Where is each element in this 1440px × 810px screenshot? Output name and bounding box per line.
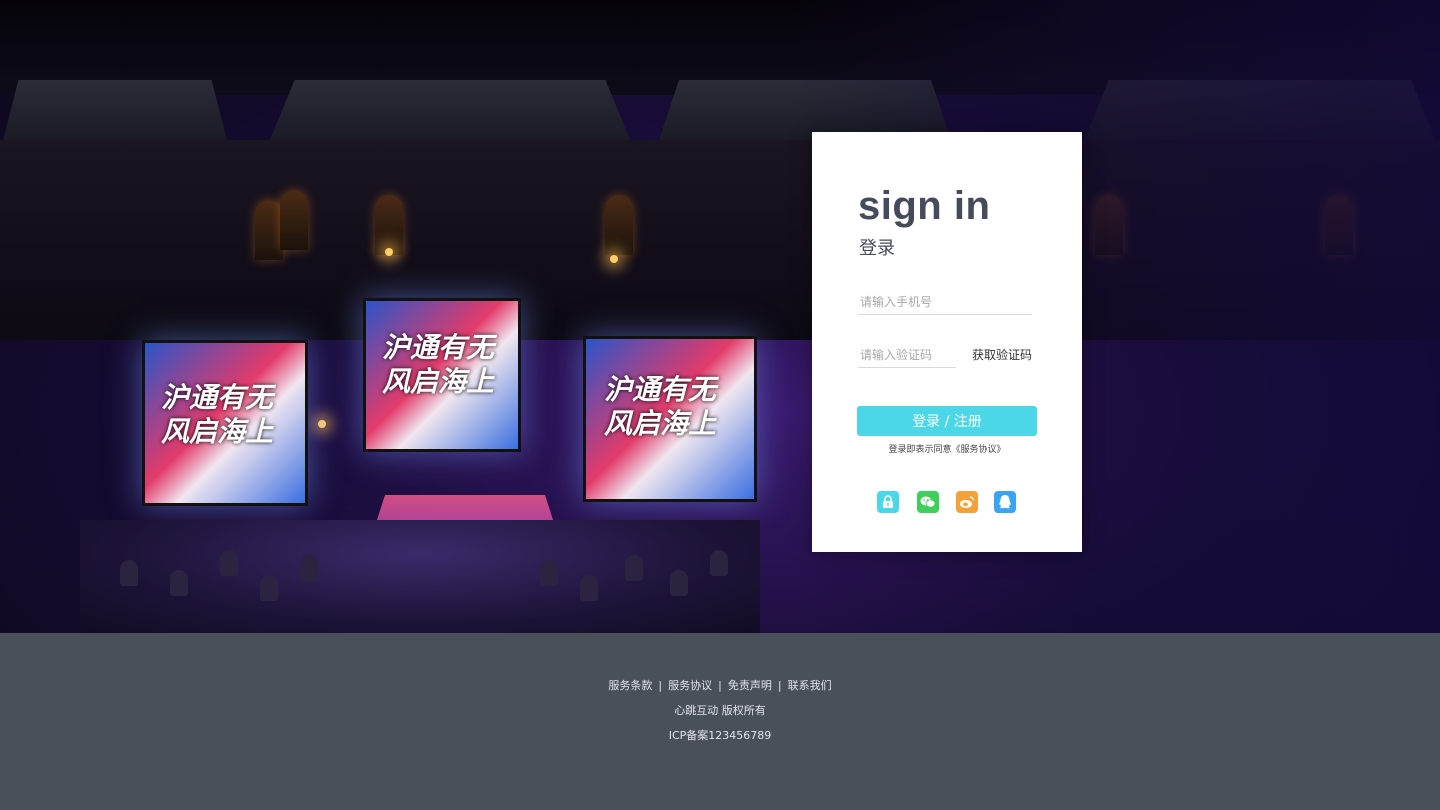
divider: | bbox=[718, 679, 722, 692]
get-code-button[interactable]: 获取验证码 bbox=[972, 346, 1032, 363]
night-sky bbox=[0, 0, 1440, 95]
person bbox=[580, 575, 598, 601]
footer-link-disclaimer[interactable]: 免责声明 bbox=[728, 679, 772, 692]
page-subtitle: 登录 bbox=[859, 238, 895, 259]
building-facade bbox=[0, 140, 1440, 340]
qq-icon[interactable] bbox=[994, 491, 1016, 513]
login-register-button[interactable]: 登录 / 注册 bbox=[857, 406, 1037, 436]
person bbox=[260, 575, 278, 601]
background-photo: 沪通有无 风启海上 沪通有无 风启海上 沪通有无 风启海上 bbox=[0, 0, 1440, 633]
screen-slogan: 沪通有无 风启海上 bbox=[382, 331, 495, 398]
person bbox=[300, 555, 318, 581]
icp-text: ICP备案123456789 bbox=[668, 729, 772, 742]
led-screen-left: 沪通有无 风启海上 bbox=[142, 340, 308, 506]
roof-far-right bbox=[1080, 80, 1440, 152]
footer-links: 服务条款 | 服务协议 | 免责声明 | 联系我们 bbox=[0, 677, 1440, 693]
audience bbox=[80, 520, 760, 633]
divider: | bbox=[658, 679, 663, 692]
footer-link-contact[interactable]: 联系我们 bbox=[788, 679, 832, 692]
person bbox=[120, 560, 138, 586]
login-card: sign in 登录 获取验证码 登录 / 注册 登录即表示同意《服务协议》 bbox=[812, 132, 1082, 552]
wechat-icon[interactable] bbox=[917, 491, 939, 513]
footer-link-terms[interactable]: 服务条款 bbox=[608, 679, 652, 692]
weibo-icon[interactable] bbox=[956, 491, 978, 513]
roof-left bbox=[0, 80, 230, 152]
lit-window bbox=[280, 190, 308, 250]
screen-slogan: 沪通有无 风启海上 bbox=[604, 373, 717, 440]
agreement-text: 登录即表示同意《服务协议》 bbox=[888, 445, 1006, 455]
lit-window bbox=[1325, 195, 1353, 255]
divider: | bbox=[777, 679, 782, 692]
lit-window bbox=[1095, 195, 1123, 255]
person bbox=[540, 560, 558, 586]
lamp bbox=[610, 255, 618, 263]
copyright-text: 心跳互动 版权所有 bbox=[674, 704, 766, 717]
person bbox=[670, 570, 688, 596]
page-title: sign in bbox=[858, 184, 991, 228]
lit-window bbox=[375, 195, 403, 255]
lamp bbox=[318, 420, 326, 428]
led-screen-right: 沪通有无 风启海上 bbox=[583, 336, 757, 502]
lit-window bbox=[605, 195, 633, 255]
lock-icon[interactable] bbox=[877, 491, 899, 513]
lit-window bbox=[255, 200, 283, 260]
led-screen-center: 沪通有无 风启海上 bbox=[363, 298, 521, 452]
roof-center bbox=[265, 80, 635, 152]
person bbox=[170, 570, 188, 596]
site-footer: 服务条款 | 服务协议 | 免责声明 | 联系我们 心跳互动 版权所有 ICP备案12345… bbox=[0, 633, 1440, 810]
stage-runway bbox=[340, 495, 590, 633]
person bbox=[220, 550, 238, 576]
lamp bbox=[385, 248, 393, 256]
person bbox=[710, 550, 728, 576]
person bbox=[625, 555, 643, 581]
social-login-row bbox=[877, 491, 1017, 515]
footer-link-agreement[interactable]: 服务协议 bbox=[668, 679, 712, 692]
phone-input[interactable] bbox=[858, 290, 1032, 315]
verification-code-input[interactable] bbox=[858, 343, 956, 368]
screen-slogan: 沪通有无 风启海上 bbox=[161, 381, 274, 448]
